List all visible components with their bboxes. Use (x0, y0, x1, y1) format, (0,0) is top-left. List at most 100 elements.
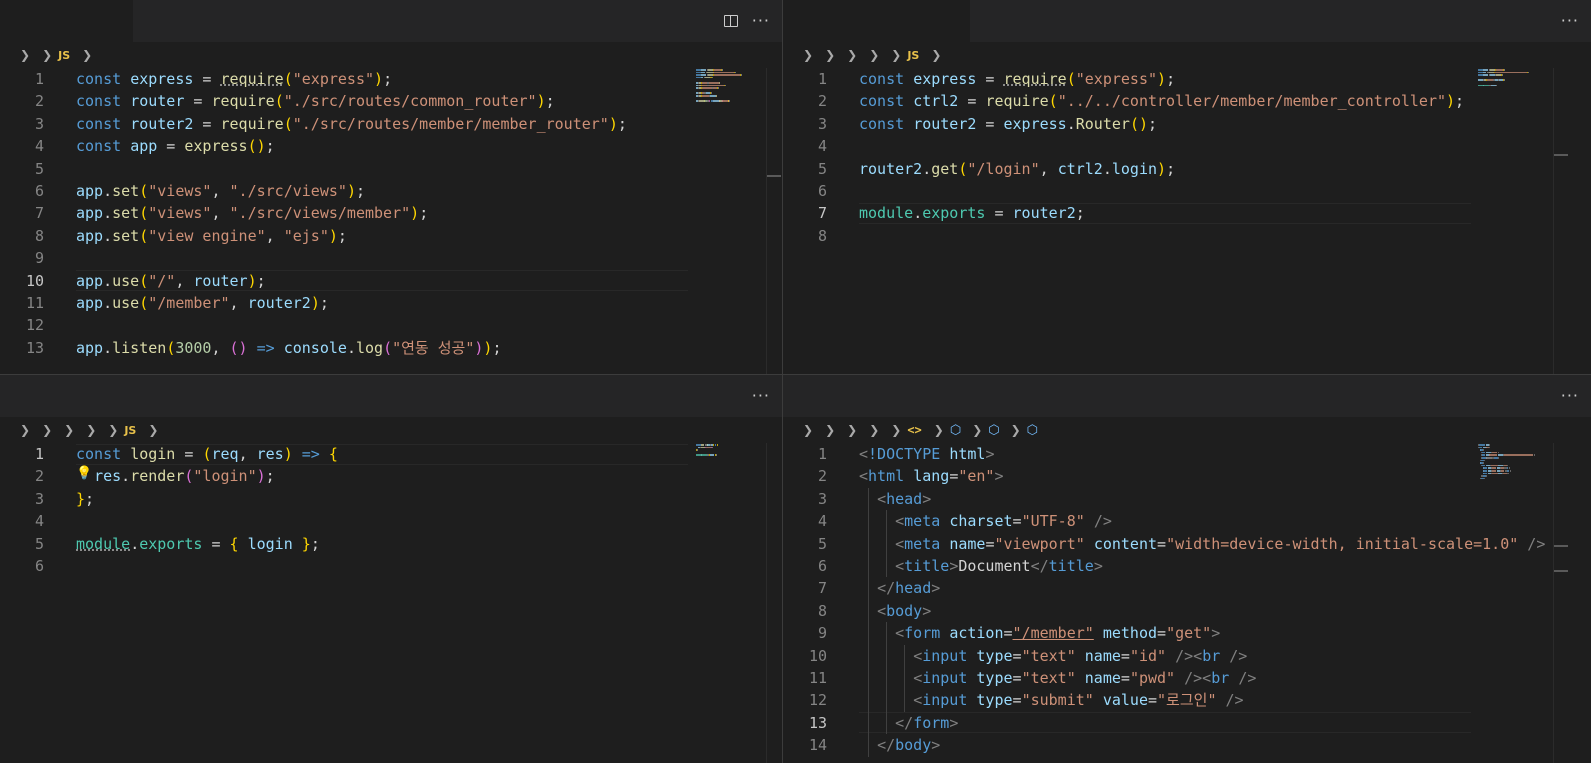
code-token: /> (1238, 669, 1257, 687)
code-token: < (859, 467, 869, 486)
code-token: router (130, 92, 185, 111)
editor-tab[interactable] (783, 0, 971, 42)
more-actions-icon[interactable]: ··· (1561, 13, 1579, 29)
minimap-token (1508, 467, 1511, 469)
code-token: express (184, 137, 248, 156)
minimap[interactable] (1478, 443, 1548, 763)
horizontal-sash[interactable] (0, 374, 1591, 375)
minimap[interactable] (696, 68, 766, 374)
code-line: 9 <form action="/member" method="get"> (783, 622, 1591, 644)
minimap-token (696, 449, 698, 451)
minimap-token (711, 92, 712, 94)
vertical-scrollbar[interactable] (766, 68, 781, 374)
editor-tab[interactable] (0, 0, 134, 42)
minimap[interactable] (1478, 68, 1548, 374)
code-line: 5 <meta name="viewport" content="width=d… (783, 533, 1591, 555)
ejs-file-icon: <> (907, 423, 922, 437)
split-editor-icon[interactable] (723, 15, 738, 27)
minimap[interactable] (696, 443, 766, 763)
code-token: exports (922, 204, 986, 223)
code-token: ) (374, 70, 384, 88)
code-token: "id" (1129, 646, 1167, 665)
more-actions-icon[interactable]: ··· (1561, 388, 1579, 404)
code-token: ; (337, 226, 347, 245)
code-token: br (1202, 646, 1221, 665)
code-token: "/" (148, 271, 176, 290)
code-token: < (895, 512, 905, 531)
minimap-token (1485, 475, 1487, 477)
code-token: () (229, 338, 248, 357)
minimap-token (721, 69, 723, 71)
code-token: . (103, 182, 113, 200)
line-number: 1 (34, 70, 44, 88)
code-token: const (859, 92, 914, 111)
code-token: app (76, 182, 104, 200)
vertical-scrollbar[interactable] (1553, 443, 1568, 763)
code-token: router2 (247, 294, 311, 312)
editor-tab[interactable] (783, 375, 913, 417)
line-number: 2 (34, 92, 44, 111)
minimap-token (1490, 464, 1498, 467)
vertical-scrollbar[interactable] (766, 443, 781, 763)
line-number: 13 (808, 713, 827, 732)
minimap-token (711, 76, 713, 79)
code-editor[interactable]: 1 const express = require("express"); 2 con… (0, 68, 782, 374)
code-token: input (922, 669, 968, 687)
chevron-right-icon: ❯ (847, 423, 858, 437)
tab-bar: ··· (783, 375, 1591, 417)
code-token: exports (139, 534, 203, 553)
vertical-sash[interactable] (782, 0, 783, 763)
more-actions-icon[interactable]: ··· (752, 13, 770, 29)
code-token: = (1003, 624, 1013, 643)
code-editor[interactable]: 1 const express = require("express"); 2 con… (783, 68, 1591, 374)
code-token: ; (256, 271, 266, 290)
chevron-right-icon: ❯ (891, 423, 902, 437)
code-token: name (1084, 646, 1121, 665)
line-number: 14 (808, 736, 827, 755)
code-line: 2 <html lang="en"> (783, 465, 1591, 487)
editor-actions: ··· (723, 0, 770, 42)
code-line: 2 const router = require("./src/routes/co… (0, 90, 782, 112)
chevron-right-icon: ❯ (20, 48, 31, 62)
code-token: /> (1225, 691, 1244, 710)
code-token: "en" (958, 467, 995, 486)
line-number: 8 (817, 601, 827, 620)
minimap-token (1533, 454, 1535, 456)
code-token: ) (310, 294, 320, 312)
code-text: app.listen(3000, () => console.log("연동 성… (76, 337, 501, 359)
code-token: const (76, 137, 131, 156)
code-token: html (949, 445, 986, 463)
code-token: name (1084, 669, 1121, 687)
code-token: . (346, 338, 356, 357)
code-editor[interactable]: 1 <!DOCTYPE html> 2 <html lang="en"> 3 <head… (783, 443, 1591, 763)
code-token: router2 (859, 159, 923, 178)
code-editor[interactable]: 💡 1 const login = (req, res) => {2 res.ren… (0, 443, 782, 763)
minimap-token (1502, 74, 1503, 76)
vertical-scrollbar[interactable] (1553, 68, 1568, 374)
code-text: <html lang="en"> (859, 465, 1004, 487)
minimap-token (1507, 464, 1508, 467)
more-actions-icon[interactable]: ··· (752, 388, 770, 404)
code-line: 2 const ctrl2 = require("../../controller… (783, 90, 1591, 112)
code-token: require (1003, 70, 1067, 88)
symbol-element-icon: ⬡ (949, 422, 962, 438)
minimap-token (1497, 457, 1499, 459)
line-number: 3 (34, 114, 44, 133)
chevron-right-icon: ❯ (108, 423, 119, 437)
code-token: = (1157, 534, 1167, 553)
line-number: 5 (817, 534, 827, 553)
line-number: 4 (817, 137, 827, 156)
js-file-icon: JS (124, 423, 137, 437)
code-token: = (1012, 512, 1022, 531)
code-token: = (175, 445, 203, 463)
minimap-token (714, 69, 721, 71)
editor-tab[interactable] (0, 375, 206, 417)
